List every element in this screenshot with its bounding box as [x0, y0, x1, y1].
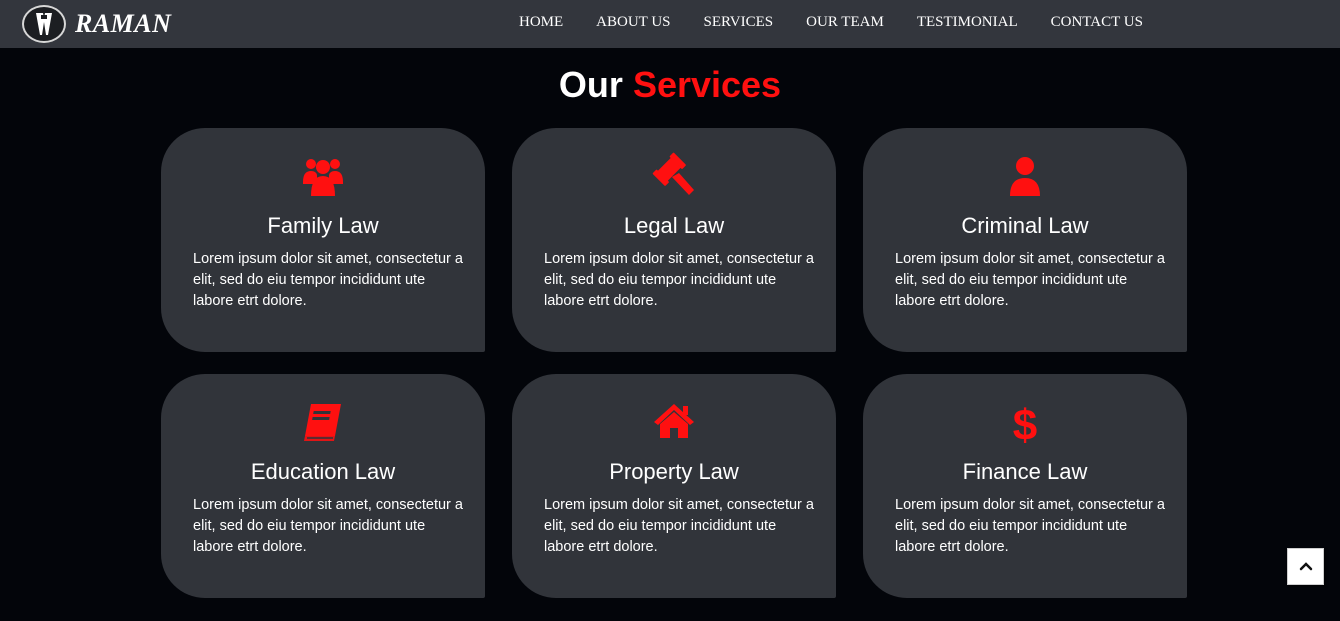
- section-title-accent: Services: [632, 64, 782, 105]
- service-card-finance-law: $ Finance Law Lorem ipsum dolor sit amet…: [863, 374, 1187, 598]
- service-description: Lorem ipsum dolor sit amet, consectetur …: [895, 497, 1165, 555]
- nav-about-us[interactable]: ABOUT US: [596, 14, 670, 31]
- book-icon: [299, 398, 347, 446]
- users-icon: [299, 152, 347, 200]
- service-description: Lorem ipsum dolor sit amet, consectetur …: [193, 251, 463, 309]
- service-title: Property Law: [609, 459, 739, 484]
- back-to-top-button[interactable]: [1287, 548, 1324, 585]
- nav-contact-us[interactable]: CONTACT US: [1051, 14, 1143, 31]
- home-icon: [650, 398, 698, 446]
- nav-home[interactable]: HOME: [519, 14, 563, 31]
- service-card-criminal-law: Criminal Law Lorem ipsum dolor sit amet,…: [863, 128, 1187, 352]
- nav-services[interactable]: SERVICES: [704, 14, 774, 31]
- chevron-up-icon: [1299, 558, 1313, 576]
- service-title: Legal Law: [623, 213, 725, 238]
- advocate-band-icon: [22, 5, 66, 43]
- nav-our-team[interactable]: OUR TEAM: [806, 14, 884, 31]
- nav-testimonial[interactable]: TESTIMONIAL: [917, 14, 1018, 31]
- svg-text:$: $: [1013, 401, 1037, 446]
- service-card-property-law: Property Law Lorem ipsum dolor sit amet,…: [512, 374, 836, 598]
- navbar: RAMAN HOME ABOUT US SERVICES OUR TEAM TE…: [0, 0, 1340, 48]
- service-description: Lorem ipsum dolor sit amet, consectetur …: [193, 497, 463, 555]
- service-card-legal-law: Legal Law Lorem ipsum dolor sit amet, co…: [512, 128, 836, 352]
- service-description: Lorem ipsum dolor sit amet, consectetur …: [895, 251, 1165, 309]
- main-nav: HOME ABOUT US SERVICES OUR TEAM TESTIMON…: [519, 14, 1176, 31]
- service-title: Criminal Law: [961, 213, 1089, 238]
- brand-logo[interactable]: RAMAN: [22, 5, 171, 43]
- service-description: Lorem ipsum dolor sit amet, consectetur …: [544, 497, 814, 555]
- service-card-education-law: Education Law Lorem ipsum dolor sit amet…: [161, 374, 485, 598]
- service-card-family-law: Family Law Lorem ipsum dolor sit amet, c…: [161, 128, 485, 352]
- service-title: Finance Law: [962, 459, 1088, 484]
- service-description: Lorem ipsum dolor sit amet, consectetur …: [544, 251, 814, 309]
- section-title-prefix: Our: [558, 64, 623, 105]
- dollar-icon: $: [1001, 398, 1049, 450]
- user-icon: [1001, 152, 1049, 200]
- gavel-icon: [650, 152, 698, 200]
- service-title: Family Law: [267, 213, 379, 238]
- service-title: Education Law: [250, 459, 396, 484]
- section-title: Our Services: [0, 64, 1340, 106]
- brand-name: RAMAN: [75, 9, 172, 38]
